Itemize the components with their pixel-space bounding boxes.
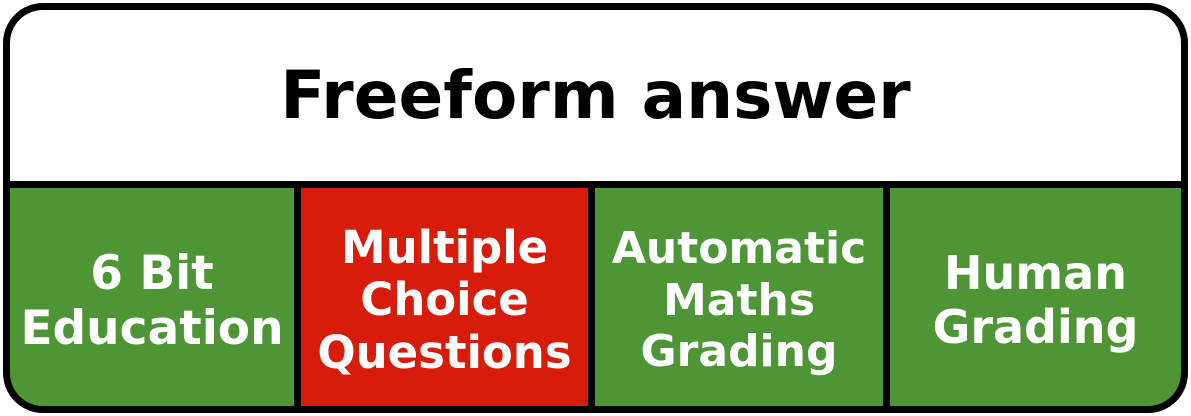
cell-label: 6 Bit Education — [20, 245, 284, 356]
cell-label: Multiple Choice Questions — [317, 220, 572, 379]
diagram-title: Freeform answer — [280, 57, 911, 134]
cell-label: Automatic Maths Grading — [611, 223, 867, 378]
cell-human-grading: Human Grading — [890, 188, 1181, 406]
cell-6-bit-education: 6 Bit Education — [10, 188, 294, 406]
cell-automatic-maths-grading: Automatic Maths Grading — [595, 188, 883, 406]
cell-label: Human Grading — [932, 245, 1139, 354]
cell-multiple-choice-questions: Multiple Choice Questions — [301, 188, 588, 406]
diagram-frame: Freeform answer 6 Bit Education Multiple… — [3, 3, 1188, 413]
header-panel: Freeform answer — [10, 10, 1181, 181]
